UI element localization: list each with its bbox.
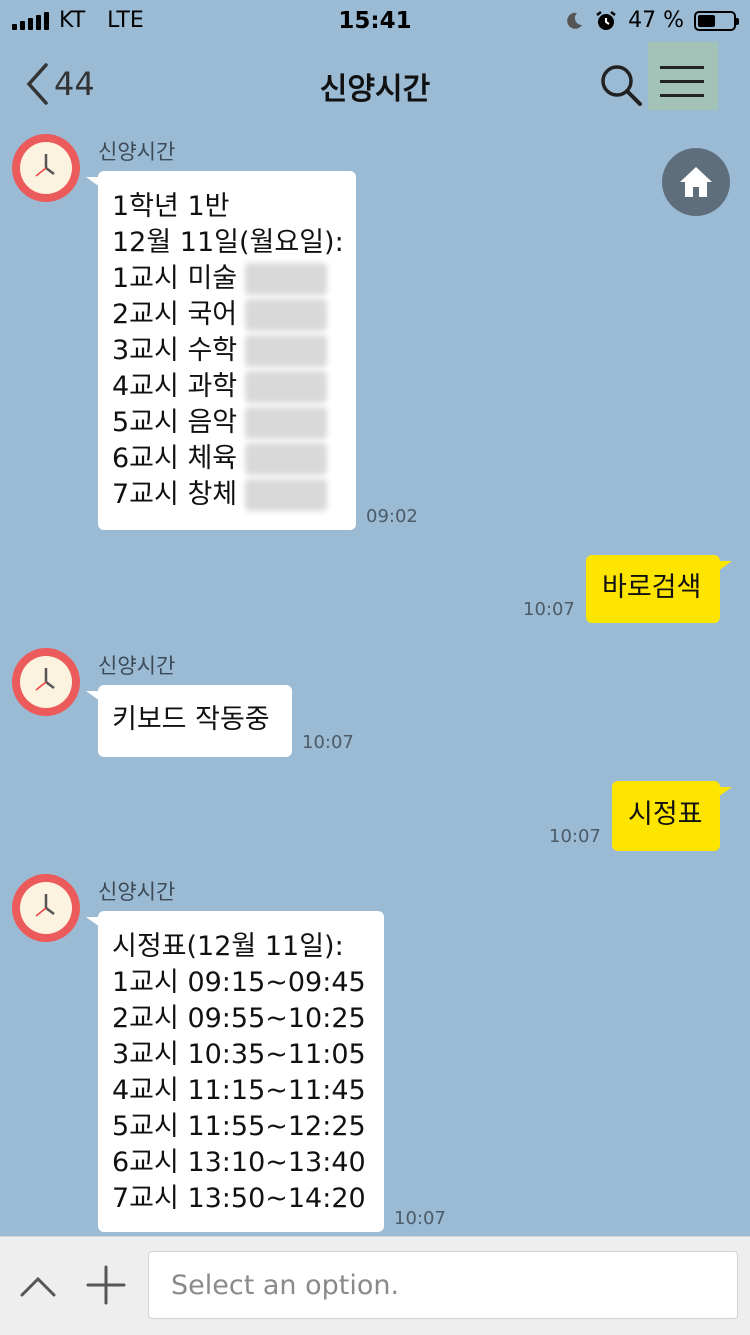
message-line: 4교시 11:15~11:45 — [112, 1075, 366, 1106]
class-period: 4교시 과학 — [112, 371, 238, 402]
menu-icon[interactable] — [648, 42, 718, 110]
message-line: 7교시 창체 — [112, 477, 342, 513]
class-period: 6교시 체육 — [112, 443, 238, 474]
message-line: 7교시 13:50~14:20 — [112, 1183, 366, 1214]
message-line: 2교시 09:55~10:25 — [112, 1003, 366, 1034]
avatar[interactable] — [12, 874, 80, 942]
moon-icon — [567, 12, 583, 29]
message-line: 키보드 작동중 — [112, 704, 270, 735]
class-period: 3교시 수학 — [112, 335, 238, 366]
clock-icon — [20, 142, 72, 194]
search-icon[interactable] — [598, 62, 644, 108]
sender-name: 신양시간 — [98, 140, 176, 164]
message-line: 3교시 10:35~11:05 — [112, 1039, 366, 1070]
home-icon — [680, 167, 712, 197]
redacted-teacher-name — [245, 371, 328, 403]
battery-icon — [694, 10, 739, 31]
message-time: 10:07 — [523, 599, 575, 620]
status-bar: KT LTE 15:41 47 % — [0, 0, 750, 40]
redacted-teacher-name — [245, 299, 328, 331]
message-time: 09:02 — [366, 506, 418, 527]
message-time: 10:07 — [394, 1208, 446, 1229]
plus-icon[interactable] — [86, 1265, 126, 1305]
message-line: 6교시 체육 — [112, 441, 342, 477]
option-select-input[interactable]: Select an option. — [148, 1251, 738, 1319]
redacted-teacher-name — [245, 443, 328, 475]
message-time: 10:07 — [302, 732, 354, 753]
avatar[interactable] — [12, 134, 80, 202]
class-period: 7교시 창체 — [112, 479, 238, 510]
message-line: 시정표(12월 11일): — [112, 931, 344, 962]
class-period: 5교시 음악 — [112, 407, 238, 438]
message-line: 5교시 음악 — [112, 405, 342, 441]
message-time: 10:07 — [549, 826, 601, 847]
message-line: 12월 11일(월요일): — [112, 227, 344, 258]
alarm-icon — [596, 10, 616, 30]
message-bubble[interactable]: 시정표(12월 11일): 1교시 09:15~09:45 2교시 09:55~… — [86, 911, 384, 1232]
message-line: 3교시 수학 — [112, 333, 342, 369]
message-line: 4교시 과학 — [112, 369, 342, 405]
redacted-teacher-name — [245, 479, 328, 511]
sender-name: 신양시간 — [98, 880, 176, 904]
chevron-up-icon[interactable] — [18, 1267, 58, 1307]
redacted-teacher-name — [245, 335, 328, 367]
message-bubble[interactable]: 시정표 — [612, 781, 732, 851]
battery-percent: 47 % — [628, 8, 684, 33]
message-line: 1학년 1반 — [112, 191, 230, 222]
class-period: 1교시 미술 — [112, 263, 238, 294]
message-line: 1교시 09:15~09:45 — [112, 967, 366, 998]
avatar[interactable] — [12, 648, 80, 716]
clock-icon — [20, 656, 72, 708]
message-line: 2교시 국어 — [112, 297, 342, 333]
sender-name: 신양시간 — [98, 654, 176, 678]
class-period: 2교시 국어 — [112, 299, 238, 330]
message-bubble[interactable]: 1학년 1반 12월 11일(월요일): 1교시 미술 2교시 국어 3교시 수… — [86, 171, 356, 530]
chat-header: 44 신양시간 — [0, 40, 750, 128]
message-line: 5교시 11:55~12:25 — [112, 1111, 366, 1142]
message-line: 1교시 미술 — [112, 261, 342, 297]
message-line: 6교시 13:10~13:40 — [112, 1147, 366, 1178]
redacted-teacher-name — [245, 407, 328, 439]
clock-icon — [20, 882, 72, 934]
redacted-teacher-name — [245, 263, 328, 295]
home-button[interactable] — [662, 148, 730, 216]
message-bubble[interactable]: 키보드 작동중 — [86, 685, 292, 757]
message-bubble[interactable]: 바로검색 — [586, 555, 732, 623]
input-bar: Select an option. — [0, 1236, 750, 1335]
